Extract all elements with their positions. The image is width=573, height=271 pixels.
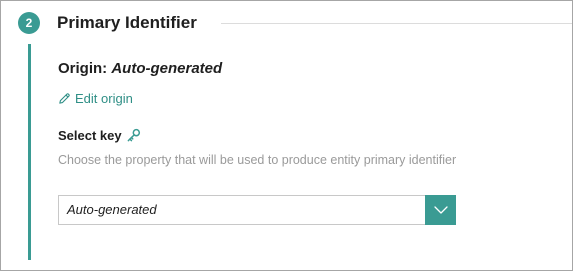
select-key-label-row: Select key — [58, 127, 141, 144]
dropdown-toggle-button[interactable] — [425, 195, 456, 225]
select-key-label: Select key — [58, 128, 122, 143]
origin-row: Origin: Auto-generated — [58, 59, 222, 79]
title-divider — [221, 23, 572, 24]
step-panel: 2 Primary Identifier Origin: Auto-genera… — [0, 0, 573, 271]
step-number-badge: 2 — [18, 12, 40, 34]
key-select-value: Auto-generated — [67, 202, 157, 217]
origin-value: Auto-generated — [111, 60, 223, 77]
section-title: Primary Identifier — [57, 13, 197, 32]
edit-origin-link[interactable]: Edit origin — [58, 90, 133, 107]
pencil-icon — [58, 92, 71, 105]
select-key-help-text: Choose the property that will be used to… — [58, 153, 457, 167]
key-icon — [126, 128, 141, 143]
origin-label: Origin: — [58, 60, 108, 77]
edit-origin-label: Edit origin — [75, 91, 133, 106]
chevron-down-icon — [433, 201, 448, 219]
step-timeline-line — [28, 44, 31, 260]
key-select-dropdown[interactable]: Auto-generated — [58, 195, 456, 225]
